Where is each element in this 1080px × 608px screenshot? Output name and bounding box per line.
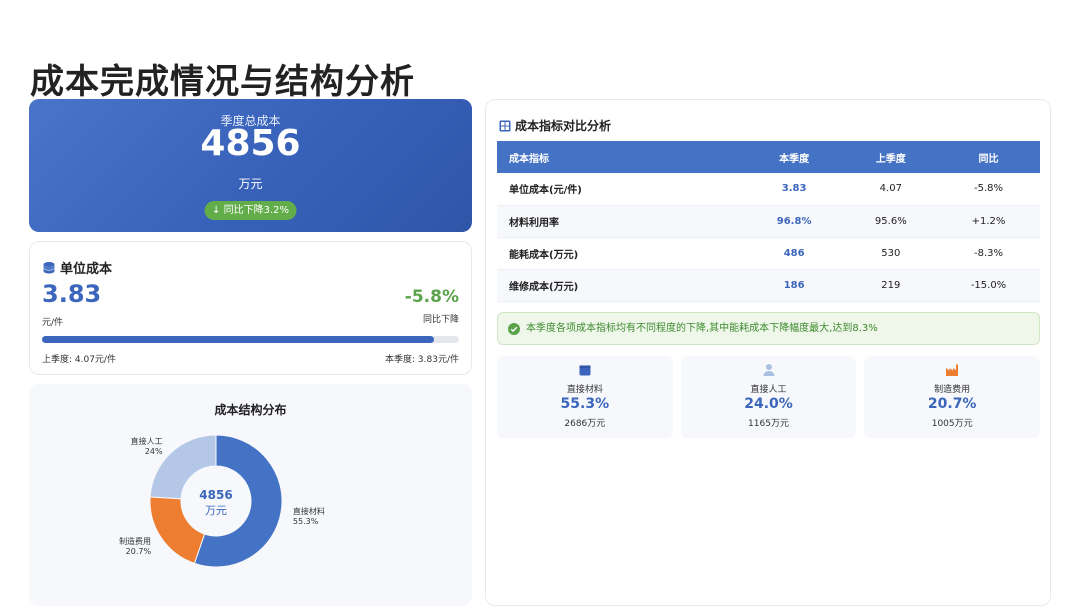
table-cell: 219 <box>844 269 938 302</box>
unit-cost-title: 单位成本 <box>60 262 113 277</box>
unit-cost-value: 3.83 <box>42 280 102 308</box>
unit-cost-progress-fill <box>42 336 434 343</box>
table-cell: 96.8% <box>743 205 845 238</box>
table-header: 成本指标 <box>497 141 744 173</box>
table-cell: 95.6% <box>844 205 938 238</box>
tile-direct-labor: 直接人工 24.0% 1165万元 <box>680 356 857 438</box>
factory-icon <box>946 364 959 376</box>
total-cost-unit: 万元 <box>238 177 263 191</box>
page-title: 成本完成情况与结构分析 <box>30 62 415 102</box>
unit-cost-header: 单位成本 <box>42 258 112 277</box>
table-cell: 维修成本(万元) <box>497 269 744 302</box>
tile-direct-material: 直接材料 55.3% 2686万元 <box>497 356 673 438</box>
table-cell: -8.3% <box>937 237 1040 270</box>
donut-label-name: 制造费用 <box>119 536 151 546</box>
donut-center-value: 4856 <box>199 488 232 502</box>
unit-cost-unit: 元/件 <box>42 318 64 328</box>
table-icon <box>499 120 511 131</box>
table-row: 单位成本(元/件) 3.83 4.07 -5.8% <box>497 173 1040 206</box>
cost-structure-card: 成本结构分布 4856 万元 直接材料 55.3% 制造费用 20.7% 直接人工 24% <box>29 384 472 606</box>
tile-name: 直接人工 <box>750 385 787 395</box>
comparison-table: 成本指标 本季度 上季度 同比 单位成本(元/件) 3.83 4.07 -5.8… <box>497 141 1040 302</box>
tile-manufacturing-overhead: 制造费用 20.7% 1005万元 <box>864 356 1041 438</box>
person-icon <box>763 364 774 376</box>
table-header-row: 成本指标 本季度 上季度 同比 <box>497 141 1040 173</box>
box-icon <box>579 365 591 376</box>
table-cell: -5.8% <box>937 173 1040 206</box>
donut-label-name: 直接人工 <box>131 436 163 446</box>
comparison-header: 成本指标对比分析 <box>499 117 611 134</box>
table-cell: 4.07 <box>844 173 938 206</box>
table-cell: +1.2% <box>937 205 1040 238</box>
donut-label-value: 20.7% <box>126 547 152 556</box>
table-cell: 能耗成本(万元) <box>497 237 744 270</box>
unit-cost-change: -5.8% <box>404 287 459 307</box>
comparison-card: 成本指标对比分析 成本指标 本季度 上季度 同比 单位成本(元/件) 3.83 … <box>485 99 1051 606</box>
tile-percent: 24.0% <box>744 396 793 412</box>
donut-label-value: 24% <box>145 447 163 456</box>
cost-breakdown-tiles: 直接材料 55.3% 2686万元 直接人工 24.0% 1165万元 制造费用… <box>497 356 1041 438</box>
tile-percent: 55.3% <box>560 396 610 412</box>
table-cell: 单位成本(元/件) <box>497 173 744 206</box>
comparison-title: 成本指标对比分析 <box>515 119 612 133</box>
table-cell: 3.83 <box>743 173 845 206</box>
table-row: 材料利用率 96.8% 95.6% +1.2% <box>497 205 1040 238</box>
total-cost-card: 季度总成本 4856 万元 ↓ 同比下降3.2% <box>29 99 472 232</box>
yoy-badge-text: 同比下降3.2% <box>223 205 289 216</box>
tile-amount: 1005万元 <box>931 419 973 429</box>
tile-name: 制造费用 <box>934 385 971 395</box>
table-header: 上季度 <box>844 141 938 173</box>
coins-icon <box>43 261 55 273</box>
table-header: 同比 <box>937 141 1040 173</box>
tile-amount: 2686万元 <box>564 419 606 429</box>
summary-notice-text: 本季度各项成本指标均有不同程度的下降,其中能耗成本下降幅度最大,达到8.3% <box>526 323 878 334</box>
donut-label-value: 55.3% <box>293 517 319 526</box>
donut-center-unit: 万元 <box>205 504 227 517</box>
tile-name: 直接材料 <box>566 385 603 395</box>
tile-amount: 1165万元 <box>748 419 789 429</box>
table-cell: 530 <box>844 237 938 270</box>
tile-percent: 20.7% <box>927 396 977 412</box>
total-cost-value: 4856 <box>200 123 301 164</box>
summary-notice: 本季度各项成本指标均有不同程度的下降,其中能耗成本下降幅度最大,达到8.3% <box>497 312 1040 345</box>
unit-cost-change-label: 同比下降 <box>422 315 459 325</box>
table-row: 能耗成本(万元) 486 530 -8.3% <box>497 237 1040 270</box>
table-cell: -15.0% <box>937 269 1040 302</box>
donut-label-name: 直接材料 <box>293 506 325 516</box>
table-cell: 486 <box>743 237 845 270</box>
unit-cost-progress-track <box>42 336 459 343</box>
check-circle-icon <box>508 323 520 335</box>
last-quarter-unit-cost: 上季度: 4.07元/件 <box>42 355 116 365</box>
table-header: 本季度 <box>743 141 845 173</box>
arrow-down-icon: ↓ <box>212 205 221 216</box>
cost-structure-donut-chart: 4856 万元 直接材料55.3% 制造费用20.7% 直接人工24% <box>119 434 325 568</box>
table-cell: 材料利用率 <box>497 205 744 238</box>
yoy-badge: ↓ 同比下降3.2% <box>204 201 297 220</box>
unit-cost-card: 单位成本 3.83 元/件 -5.8% 同比下降 上季度: 4.07元/件 本季… <box>29 241 472 375</box>
this-quarter-unit-cost: 本季度: 3.83元/件 <box>385 355 459 365</box>
donut-slice <box>149 496 206 565</box>
table-cell: 186 <box>743 269 845 302</box>
table-row: 维修成本(万元) 186 219 -15.0% <box>497 269 1040 302</box>
